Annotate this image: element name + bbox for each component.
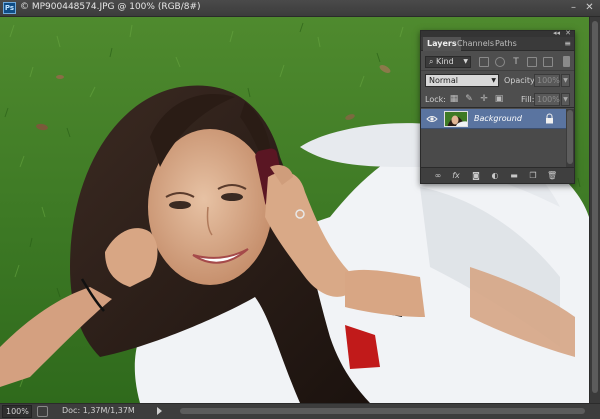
collapse-panel-icon[interactable]: ◂◂ bbox=[553, 29, 560, 37]
fill-field[interactable]: 100% bbox=[534, 93, 560, 106]
filter-kind-select[interactable]: ⌕ Kind ▼ bbox=[425, 56, 471, 68]
document-title: © MP900448574.JPG @ 100% (RGB/8#) bbox=[20, 2, 201, 12]
canvas-vertical-scrollbar[interactable] bbox=[589, 17, 600, 403]
close-icon[interactable]: ✕ bbox=[584, 2, 595, 13]
panel-tabs: Layers Channels Paths ≡ bbox=[421, 37, 574, 51]
layer-row-background[interactable]: Background bbox=[421, 109, 566, 129]
delete-layer-icon[interactable]: 🗑 bbox=[547, 171, 557, 181]
layer-name[interactable]: Background bbox=[474, 114, 522, 123]
adjustment-layer-icon[interactable]: ◐ bbox=[490, 171, 500, 181]
opacity-label: Opacity: bbox=[504, 76, 537, 85]
search-icon: ⌕ bbox=[429, 57, 437, 66]
blend-mode-value: Normal bbox=[429, 76, 458, 85]
fill-dropdown-icon[interactable]: ▼ bbox=[561, 93, 570, 106]
fx-icon[interactable]: fx bbox=[451, 171, 461, 181]
document-size-info: Doc: 1,37M/1,37M bbox=[62, 406, 135, 415]
new-layer-icon[interactable]: ❐ bbox=[528, 171, 538, 181]
chevron-down-icon: ▼ bbox=[463, 58, 468, 65]
adjustment-filter-icon[interactable] bbox=[495, 57, 505, 67]
smart-object-filter-icon[interactable] bbox=[543, 57, 553, 67]
tab-paths[interactable]: Paths bbox=[491, 37, 521, 51]
layers-panel: ◂◂ ✕ Layers Channels Paths ≡ ⌕ Kind ▼ T … bbox=[420, 29, 575, 184]
blend-row: Normal ▼ Opacity: 100% ▼ bbox=[421, 71, 574, 90]
layers-panel-footer: ∞ fx ◙ ◐ ▬ ❐ 🗑 bbox=[421, 167, 574, 183]
link-layers-icon[interactable]: ∞ bbox=[433, 171, 443, 181]
canvas-horizontal-scrollbar[interactable] bbox=[180, 407, 590, 416]
layer-list: Background bbox=[421, 109, 566, 167]
shape-filter-icon[interactable] bbox=[527, 57, 537, 67]
filter-kind-label: Kind bbox=[436, 57, 454, 66]
minimize-icon[interactable]: – bbox=[568, 2, 579, 13]
status-menu-arrow-icon[interactable] bbox=[157, 407, 162, 415]
photoshop-icon: Ps bbox=[3, 2, 16, 14]
pixel-filter-icon[interactable] bbox=[479, 57, 489, 67]
document-title-bar: Ps © MP900448574.JPG @ 100% (RGB/8#) – ✕ bbox=[0, 0, 600, 17]
lock-position-icon[interactable]: ✛ bbox=[479, 94, 489, 104]
panel-menu-icon[interactable]: ≡ bbox=[564, 39, 571, 48]
status-bar: 100% Doc: 1,37M/1,37M bbox=[0, 403, 600, 419]
opacity-dropdown-icon[interactable]: ▼ bbox=[561, 74, 570, 87]
lock-transparent-pixels-icon[interactable]: ▦ bbox=[449, 94, 459, 104]
fill-label: Fill: bbox=[521, 95, 535, 104]
scroll-thumb[interactable] bbox=[592, 21, 598, 393]
layer-filter-row: ⌕ Kind ▼ T bbox=[421, 52, 574, 71]
type-filter-icon[interactable]: T bbox=[511, 57, 521, 67]
scroll-thumb[interactable] bbox=[567, 110, 573, 164]
scroll-thumb[interactable] bbox=[180, 408, 585, 414]
layer-list-scrollbar[interactable] bbox=[566, 109, 574, 167]
new-group-icon[interactable]: ▬ bbox=[509, 171, 519, 181]
lock-icon bbox=[546, 113, 553, 124]
zoom-level-field[interactable]: 100% bbox=[2, 405, 32, 418]
layer-thumbnail bbox=[444, 111, 468, 127]
eye-icon[interactable] bbox=[426, 114, 438, 124]
lock-row: Lock: ▦ ✎ ✛ ▣ Fill: 100% ▼ bbox=[421, 90, 574, 108]
add-mask-icon[interactable]: ◙ bbox=[471, 171, 481, 181]
chevron-down-icon: ▼ bbox=[491, 77, 496, 84]
lock-image-pixels-icon[interactable]: ✎ bbox=[464, 94, 474, 104]
filter-toggle-switch[interactable] bbox=[563, 56, 570, 67]
close-panel-icon[interactable]: ✕ bbox=[565, 29, 571, 37]
opacity-field[interactable]: 100% bbox=[534, 74, 560, 87]
blend-mode-select[interactable]: Normal ▼ bbox=[425, 74, 499, 87]
lock-label: Lock: bbox=[425, 95, 446, 104]
status-info-icon[interactable] bbox=[37, 406, 48, 417]
lock-all-icon[interactable]: ▣ bbox=[494, 94, 504, 104]
